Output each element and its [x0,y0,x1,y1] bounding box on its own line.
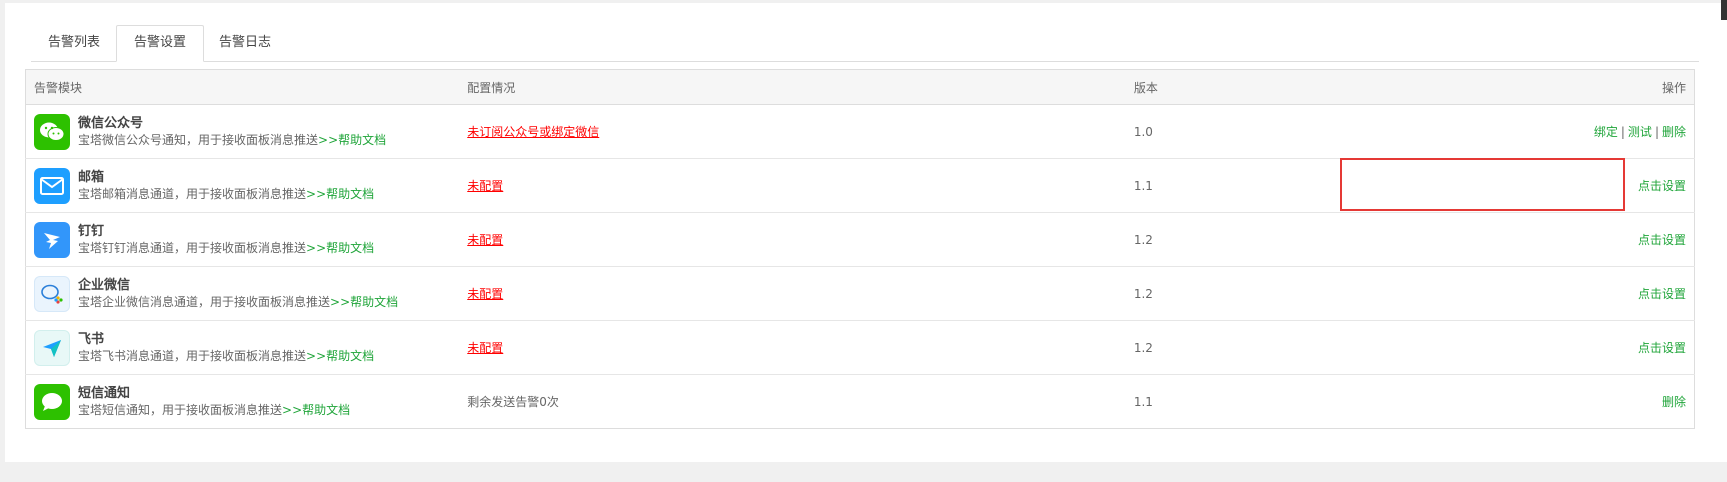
help-doc-link[interactable]: >>帮助文档 [330,295,398,309]
column-header-module: 告警模块 [25,69,460,105]
table-row: 企业微信 宝塔企业微信消息通道，用于接收面板消息推送>>帮助文档 未配置 1.2… [25,266,1695,321]
tab-bar: 告警列表 告警设置 告警日志 [31,25,1699,62]
module-name: 邮箱 [78,169,105,185]
help-doc-link[interactable]: >>帮助文档 [306,187,374,201]
table-row: 钉钉 宝塔钉钉消息通道，用于接收面板消息推送>>帮助文档 未配置 1.2 点击设… [25,212,1695,267]
mail-icon [34,167,70,204]
tab-alert-log[interactable]: 告警日志 [202,26,288,60]
version-value: 1.2 [1125,266,1535,321]
actions-cell: 点击设置 [1534,320,1695,375]
help-doc-link[interactable]: >>帮助文档 [306,349,374,363]
module-name: 钉钉 [78,223,105,239]
dingtalk-icon [34,221,70,258]
column-header-actions: 操作 [1534,69,1695,105]
module-cell: 企业微信 宝塔企业微信消息通道，用于接收面板消息推送>>帮助文档 [34,275,451,312]
actions-cell: 点击设置 [1534,212,1695,267]
module-cell: 飞书 宝塔飞书消息通道，用于接收面板消息推送>>帮助文档 [34,329,451,366]
module-description: 宝塔企业微信消息通道，用于接收面板消息推送 [78,294,331,309]
config-status-link[interactable]: 未配置 [467,341,503,355]
highlight-box [1340,158,1625,211]
version-value: 1.2 [1125,212,1535,267]
tab-alert-list[interactable]: 告警列表 [31,26,117,60]
config-status-link[interactable]: 未配置 [467,233,503,247]
table-row: 飞书 宝塔飞书消息通道，用于接收面板消息推送>>帮助文档 未配置 1.2 点击设… [25,320,1695,375]
setup-button[interactable]: 点击设置 [1638,341,1686,355]
alert-module-table: 告警模块 配置情况 版本 操作 微信公众号 宝塔微信公众号通知，用于接收面板消息… [25,69,1695,429]
column-header-version: 版本 [1125,69,1535,105]
module-description: 宝塔邮箱消息通道，用于接收面板消息推送 [78,186,307,201]
help-doc-link[interactable]: >>帮助文档 [282,403,350,417]
wechat-icon [34,113,70,150]
actions-cell: 点击设置 [1534,266,1695,321]
table-header-row: 告警模块 配置情况 版本 操作 [25,69,1695,105]
bind-button[interactable]: 绑定 [1594,125,1618,139]
module-description: 宝塔短信通知，用于接收面板消息推送 [78,402,283,417]
version-value: 1.0 [1125,104,1535,159]
config-status-link[interactable]: 未配置 [467,179,503,193]
sms-icon [34,383,70,420]
module-cell: 微信公众号 宝塔微信公众号通知，用于接收面板消息推送>>帮助文档 [34,113,451,150]
config-status-link[interactable]: 未配置 [467,287,503,301]
module-cell: 钉钉 宝塔钉钉消息通道，用于接收面板消息推送>>帮助文档 [34,221,451,258]
setup-button[interactable]: 点击设置 [1638,287,1686,301]
scrollbar-thumb[interactable] [1721,0,1727,20]
version-value: 1.1 [1133,394,1153,409]
table-row: 短信通知 宝塔短信通知，用于接收面板消息推送>>帮助文档 剩余发送告警0次 1.… [26,375,1695,429]
module-description: 宝塔飞书消息通道，用于接收面板消息推送 [78,348,307,363]
table-row: 微信公众号 宝塔微信公众号通知，用于接收面板消息推送>>帮助文档 未订阅公众号或… [25,104,1695,159]
test-button[interactable]: 测试 [1628,125,1652,139]
module-cell: 邮箱 宝塔邮箱消息通道，用于接收面板消息推送>>帮助文档 [34,167,451,204]
column-header-config: 配置情况 [459,69,1126,105]
setup-button[interactable]: 点击设置 [1638,179,1686,193]
module-description: 宝塔钉钉消息通道，用于接收面板消息推送 [78,240,307,255]
module-name: 企业微信 [78,277,131,293]
help-doc-link[interactable]: >>帮助文档 [306,241,374,255]
help-doc-link[interactable]: >>帮助文档 [318,133,386,147]
version-value: 1.2 [1125,320,1535,375]
module-cell: 短信通知 宝塔短信通知，用于接收面板消息推送>>帮助文档 [34,383,451,420]
feishu-icon [34,329,70,366]
wecom-icon [34,275,70,312]
actions-cell: 绑定 | 测试 | 删除 [1534,104,1695,159]
module-name: 飞书 [78,331,105,347]
actions-cell: 删除 [1535,375,1695,429]
delete-button[interactable]: 删除 [1662,395,1686,409]
tab-alert-settings[interactable]: 告警设置 [116,25,205,62]
module-description: 宝塔微信公众号通知，用于接收面板消息推送 [78,132,319,147]
delete-button[interactable]: 删除 [1662,125,1686,139]
module-name: 微信公众号 [78,115,144,131]
config-status-text: 剩余发送告警0次 [467,395,559,409]
config-status-link[interactable]: 未订阅公众号或绑定微信 [467,125,599,139]
module-name: 短信通知 [78,385,131,401]
setup-button[interactable]: 点击设置 [1638,233,1686,247]
